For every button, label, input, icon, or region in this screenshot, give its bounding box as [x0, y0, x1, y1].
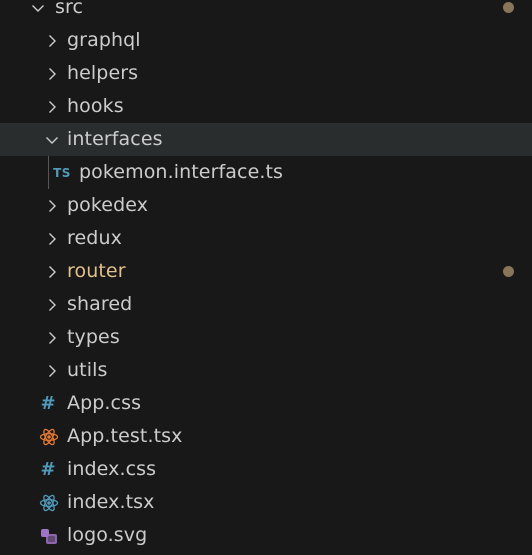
tree-folder-redux[interactable]: redux: [0, 222, 532, 255]
tree-file-app-css[interactable]: # App.css: [0, 387, 532, 420]
tree-folder-types[interactable]: types: [0, 321, 532, 354]
tree-item-label: pokedex: [67, 194, 149, 216]
modified-indicator-dot: [503, 266, 514, 277]
tree-file-index-css[interactable]: # index.css: [0, 453, 532, 486]
tree-file-index-tsx[interactable]: index.tsx: [0, 486, 532, 519]
tree-item-label: hooks: [67, 95, 124, 117]
tree-item-label: shared: [67, 293, 133, 315]
tree-item-label: src: [55, 0, 84, 18]
tree-folder-utils[interactable]: utils: [0, 354, 532, 387]
tree-item-label: App.css: [67, 392, 142, 414]
react-file-icon: [38, 486, 60, 519]
tree-item-label: App.test.tsx: [67, 425, 183, 447]
chevron-right-icon[interactable]: [42, 288, 62, 321]
tree-folder-hooks[interactable]: hooks: [0, 90, 532, 123]
ts-file-icon: TS: [53, 165, 71, 180]
chevron-right-icon[interactable]: [42, 255, 62, 288]
file-explorer-tree: src graphql helpers hooks interfaces TS …: [0, 0, 532, 555]
tree-item-label: graphql: [67, 29, 141, 51]
react-test-file-icon: [38, 420, 60, 453]
chevron-down-icon[interactable]: [42, 123, 62, 156]
tree-folder-router[interactable]: router: [0, 255, 532, 288]
tree-folder-pokedex[interactable]: pokedex: [0, 189, 532, 222]
tree-file-app-test-tsx[interactable]: App.test.tsx: [0, 420, 532, 453]
tree-item-label: index.css: [67, 458, 157, 480]
tree-folder-shared[interactable]: shared: [0, 288, 532, 321]
chevron-right-icon[interactable]: [42, 321, 62, 354]
css-file-icon: #: [40, 459, 56, 480]
tree-item-label: redux: [67, 227, 122, 249]
tree-folder-src[interactable]: src: [0, 0, 532, 24]
tree-folder-graphql[interactable]: graphql: [0, 24, 532, 57]
tree-item-label: utils: [67, 359, 108, 381]
chevron-right-icon[interactable]: [42, 24, 62, 57]
indent-guide: [48, 156, 49, 189]
chevron-right-icon[interactable]: [42, 354, 62, 387]
chevron-down-icon[interactable]: [28, 0, 48, 24]
svg-file-icon: [38, 519, 60, 552]
chevron-right-icon[interactable]: [42, 90, 62, 123]
tree-folder-helpers[interactable]: helpers: [0, 57, 532, 90]
tree-item-label: helpers: [67, 62, 139, 84]
tree-item-label: interfaces: [67, 128, 163, 150]
chevron-right-icon[interactable]: [42, 57, 62, 90]
tree-file-pokemon-interface-ts[interactable]: TS pokemon.interface.ts: [0, 156, 532, 189]
tree-item-label: index.tsx: [67, 491, 155, 513]
tree-file-logo-svg[interactable]: logo.svg: [0, 519, 532, 552]
tree-item-label: logo.svg: [67, 524, 148, 546]
chevron-right-icon[interactable]: [42, 189, 62, 222]
tree-folder-interfaces[interactable]: interfaces: [0, 123, 532, 156]
tree-item-label: router: [67, 260, 126, 282]
css-file-icon: #: [40, 393, 56, 414]
modified-indicator-dot: [503, 2, 514, 13]
chevron-right-icon[interactable]: [42, 222, 62, 255]
tree-item-label: types: [67, 326, 120, 348]
tree-item-label: pokemon.interface.ts: [79, 161, 284, 183]
